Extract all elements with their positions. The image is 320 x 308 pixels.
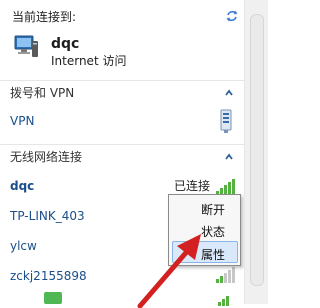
chevron-up-icon[interactable]	[224, 88, 234, 98]
chevron-up-icon[interactable]	[224, 152, 234, 162]
scrollbar[interactable]	[244, 0, 268, 304]
refresh-icon[interactable]	[224, 8, 240, 24]
current-connection-label: 当前连接到:	[12, 10, 77, 24]
scrollbar-thumb[interactable]	[250, 14, 264, 286]
section-wireless[interactable]: 无线网络连接	[0, 144, 244, 169]
computer-icon	[14, 35, 38, 57]
network-name: TP-LINK_403	[10, 209, 85, 223]
current-network-status: Internet 访问	[51, 54, 127, 68]
network-name: ylcw	[10, 239, 37, 253]
network-name: zckj2155898	[10, 269, 87, 283]
network-panel: 当前连接到: dqc Internet 访问 拨号和 VPN VPN 无线网络连…	[0, 0, 244, 308]
current-network-name: dqc	[51, 36, 80, 52]
list-item-vpn[interactable]: VPN	[0, 108, 244, 134]
partial-network-icon	[44, 292, 62, 304]
section-title-wireless: 无线网络连接	[10, 150, 83, 164]
signal-bars-icon	[216, 179, 235, 195]
menu-item-disconnect[interactable]: 断开	[201, 201, 225, 218]
vpn-icon	[220, 109, 232, 133]
network-connected-status: 已连接	[173, 179, 210, 193]
red-arrow-annotation	[137, 234, 201, 308]
section-title-dialup: 拨号和 VPN	[10, 86, 75, 100]
section-dialup-vpn[interactable]: 拨号和 VPN	[0, 80, 244, 105]
network-name: dqc	[10, 179, 35, 193]
vpn-label: VPN	[10, 114, 35, 128]
